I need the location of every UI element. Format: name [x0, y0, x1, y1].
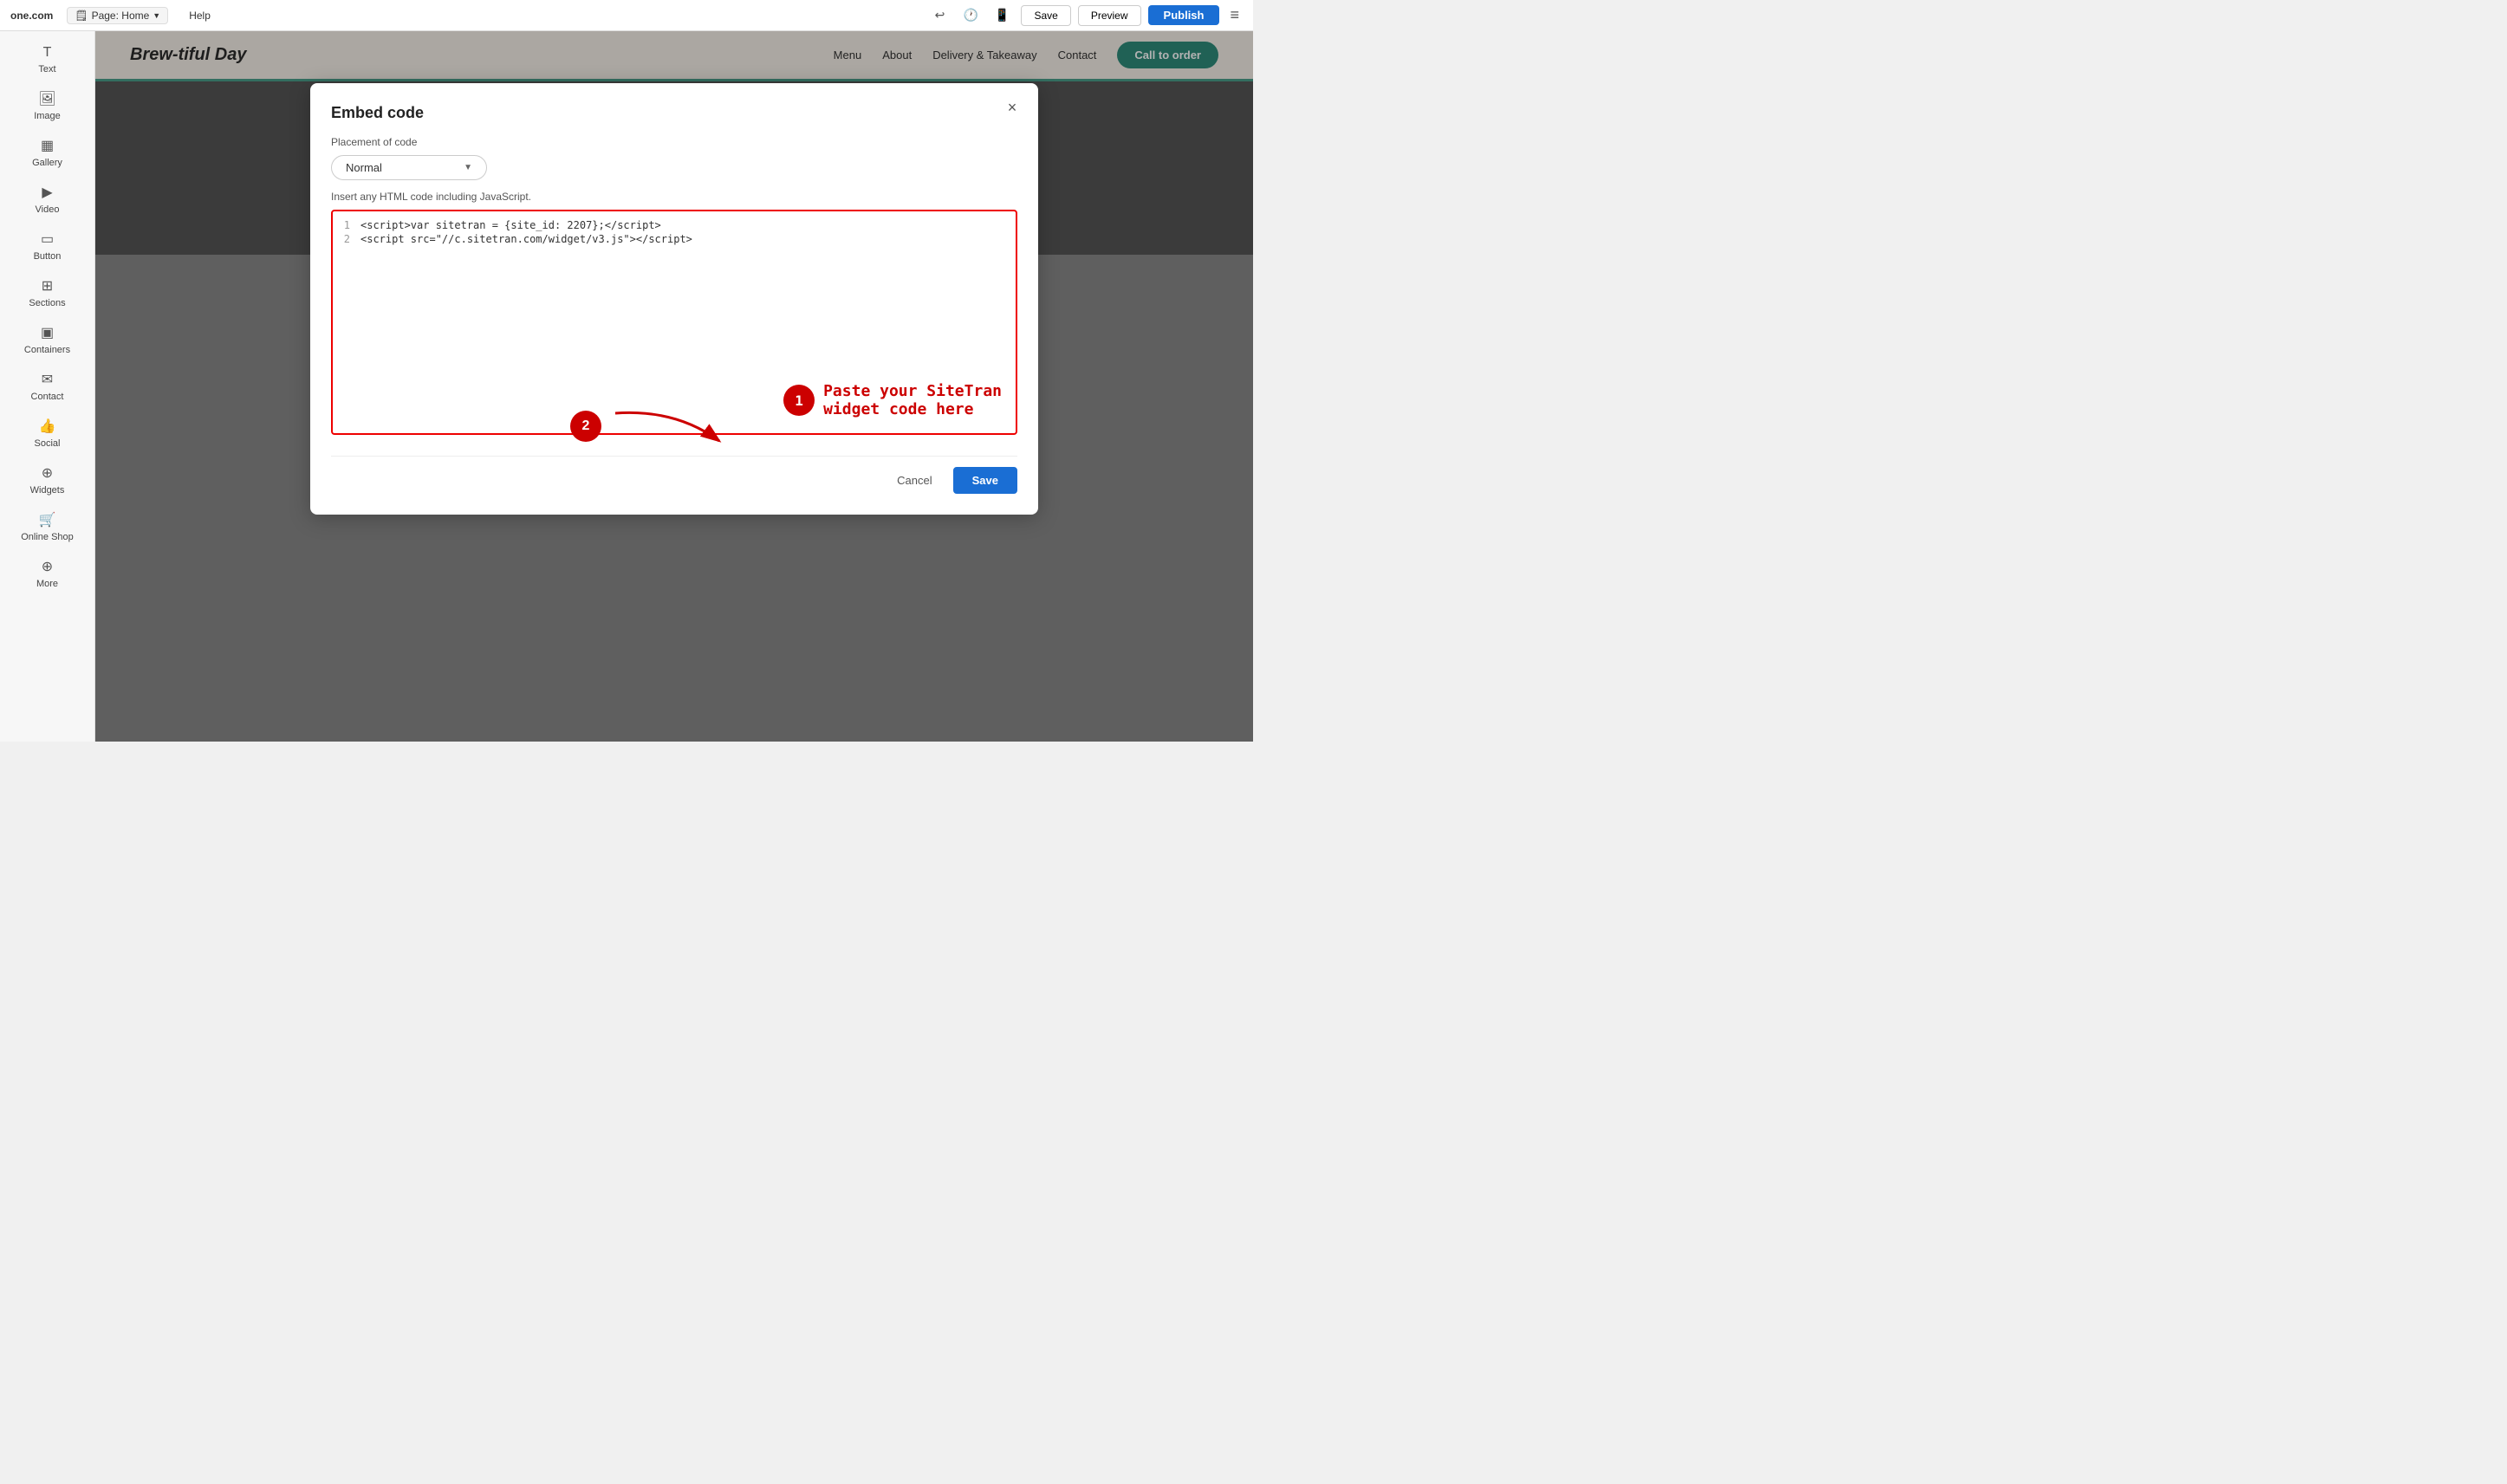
code-content-1: <script>var sitetran = {site_id: 2207};<…: [360, 219, 661, 231]
sidebar-item-gallery[interactable]: ▦ Gallery: [9, 130, 87, 175]
sidebar-item-video[interactable]: ▶ Video: [9, 177, 87, 222]
page-label: Page: Home: [92, 10, 150, 22]
sidebar-item-widgets[interactable]: ⊕ Widgets: [9, 457, 87, 502]
annotation-2: 2: [570, 405, 728, 448]
page-arrow-icon: ▼: [153, 11, 160, 20]
sidebar-item-image-label: Image: [34, 111, 61, 121]
modal-footer: 2 Cancel Save: [331, 456, 1017, 494]
sidebar-item-button[interactable]: ▭ Button: [9, 224, 87, 269]
sidebar: T Text 🖼 Image ▦ Gallery ▶ Video ▭ Butto…: [0, 31, 95, 742]
sidebar-item-gallery-label: Gallery: [32, 158, 62, 168]
sidebar-item-online-shop[interactable]: 🛒 Online Shop: [9, 504, 87, 549]
placement-label: Placement of code: [331, 136, 1017, 148]
sidebar-item-social[interactable]: 👍 Social: [9, 411, 87, 456]
sidebar-item-social-label: Social: [35, 438, 61, 449]
page-icon: 🗒: [75, 10, 88, 22]
cancel-button[interactable]: Cancel: [885, 469, 944, 492]
modal-overlay: Embed code × Placement of code Normal ▼ …: [95, 31, 1253, 742]
sidebar-item-widgets-label: Widgets: [30, 485, 65, 496]
text-icon: T: [43, 45, 52, 61]
widgets-icon: ⊕: [42, 464, 53, 482]
modal-close-button[interactable]: ×: [1000, 95, 1024, 120]
contact-icon: ✉: [42, 371, 53, 388]
code-line-2: 2 <script src="//c.sitetran.com/widget/v…: [333, 232, 1016, 246]
sidebar-item-contact-label: Contact: [31, 392, 64, 402]
containers-icon: ▣: [41, 324, 54, 341]
sidebar-item-text[interactable]: T Text: [9, 38, 87, 81]
sidebar-item-more-label: More: [36, 579, 58, 589]
gallery-icon: ▦: [41, 137, 54, 154]
more-icon: ⊕: [42, 558, 53, 575]
annotation-1-num: 1: [795, 392, 803, 409]
online-shop-icon: 🛒: [39, 511, 56, 528]
help-link[interactable]: Help: [189, 10, 211, 22]
sections-icon: ⊞: [42, 277, 53, 295]
code-content-2: <script src="//c.sitetran.com/widget/v3.…: [360, 233, 692, 245]
sidebar-item-text-label: Text: [38, 64, 55, 75]
modal-title: Embed code: [331, 104, 1017, 122]
undo-icon[interactable]: ↩: [927, 3, 951, 28]
chevron-down-icon: ▼: [464, 163, 472, 172]
line-number-1: 1: [333, 219, 360, 231]
placement-dropdown[interactable]: Normal ▼: [331, 155, 487, 180]
topbar-menu-icon[interactable]: ≡: [1226, 6, 1243, 24]
code-editor[interactable]: 1 <script>var sitetran = {site_id: 2207}…: [331, 210, 1017, 435]
button-icon: ▭: [41, 230, 54, 248]
social-icon: 👍: [39, 418, 56, 435]
annotation-1: 1 Paste your SiteTranwidget code here: [783, 382, 1002, 419]
sidebar-item-image[interactable]: 🖼 Image: [9, 83, 87, 128]
sidebar-item-more[interactable]: ⊕ More: [9, 551, 87, 596]
topbar: one.com 🗒 Page: Home ▼ Help ↩ 🕐 📱 Save P…: [0, 0, 1253, 31]
mobile-preview-icon[interactable]: 📱: [990, 3, 1014, 28]
save-button[interactable]: Save: [953, 467, 1017, 494]
main-content: Brew-tiful Day Menu About Delivery & Tak…: [95, 31, 1253, 742]
code-line-1: 1 <script>var sitetran = {site_id: 2207}…: [333, 218, 1016, 232]
video-icon: ▶: [42, 184, 52, 201]
topbar-right: ↩ 🕐 📱 Save Preview Publish ≡: [927, 3, 1243, 28]
placement-value: Normal: [346, 161, 382, 174]
sidebar-item-video-label: Video: [36, 204, 60, 215]
sidebar-item-sections[interactable]: ⊞ Sections: [9, 270, 87, 315]
line-number-2: 2: [333, 233, 360, 245]
sidebar-item-containers[interactable]: ▣ Containers: [9, 317, 87, 362]
arrow-annotation-svg: [607, 405, 728, 448]
annotation-2-num: 2: [582, 418, 590, 434]
publish-button[interactable]: Publish: [1148, 5, 1220, 25]
embed-code-modal: Embed code × Placement of code Normal ▼ …: [310, 83, 1038, 515]
sidebar-item-containers-label: Containers: [24, 345, 70, 355]
annotation-1-text: Paste your SiteTranwidget code here: [823, 382, 1002, 419]
sidebar-item-sections-label: Sections: [29, 298, 65, 308]
sidebar-item-contact[interactable]: ✉ Contact: [9, 364, 87, 409]
image-icon: 🖼: [38, 90, 55, 107]
page-selector[interactable]: 🗒 Page: Home ▼: [67, 7, 168, 24]
annotation-circle-1: 1: [783, 385, 815, 416]
sidebar-item-online-shop-label: Online Shop: [21, 532, 74, 542]
insert-note: Insert any HTML code including JavaScrip…: [331, 191, 1017, 203]
preview-button[interactable]: Preview: [1078, 5, 1141, 26]
save-button[interactable]: Save: [1021, 5, 1070, 26]
annotation-circle-2: 2: [570, 411, 601, 442]
logo: one.com: [10, 10, 53, 22]
sidebar-item-button-label: Button: [34, 251, 62, 262]
history-icon[interactable]: 🕐: [958, 3, 983, 28]
